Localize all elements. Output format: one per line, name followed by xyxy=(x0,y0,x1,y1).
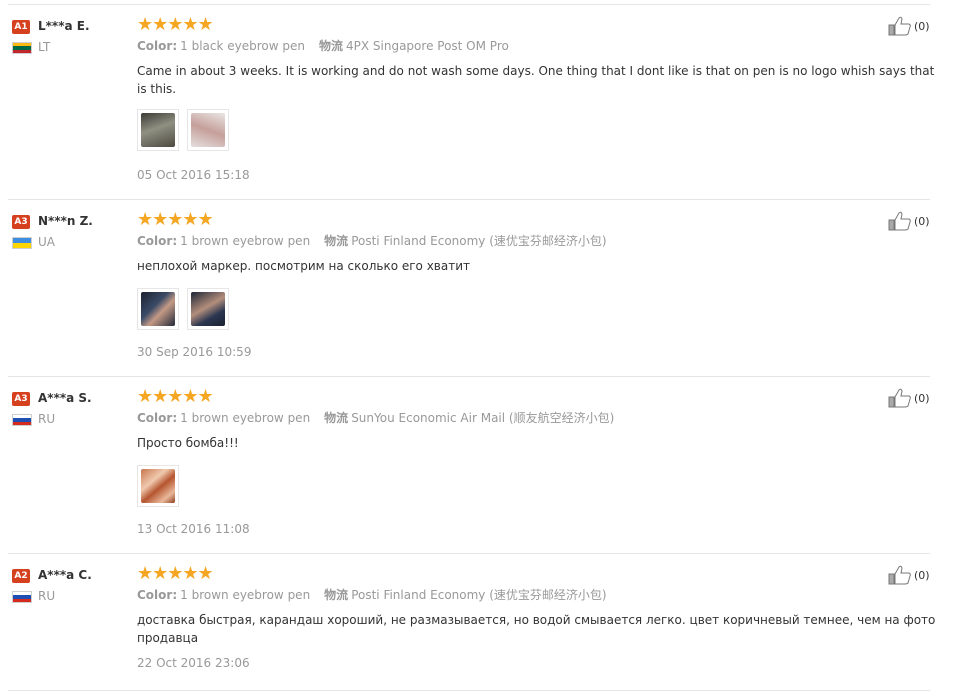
color-label: Color: xyxy=(137,234,178,248)
reviewer-name: A***a S. xyxy=(38,391,92,405)
reviewer-name: A***a C. xyxy=(38,568,92,582)
color-value: 1 black eyebrow pen xyxy=(180,39,305,53)
like-button[interactable]: (0) xyxy=(888,388,930,408)
divider xyxy=(8,199,930,200)
review-photo-thumbnail[interactable] xyxy=(187,109,230,151)
thumbs-up-icon xyxy=(888,211,911,231)
order-info: Color: 1 black eyebrow pen 物流 4PX Singapore… xyxy=(137,37,509,54)
reviewer-name: L***a E. xyxy=(38,19,90,33)
country-flag-icon xyxy=(12,42,32,54)
review-photos xyxy=(137,109,232,151)
review-photos xyxy=(137,465,182,507)
divider xyxy=(8,553,930,554)
reviewer-country: RU xyxy=(38,589,56,603)
country-flag-icon xyxy=(12,414,32,426)
thumbs-up-icon xyxy=(888,388,911,408)
like-button[interactable]: (0) xyxy=(888,565,930,585)
review-list: A1 L***a E. LT ★★★★★ Color: 1 black eyebr… xyxy=(0,0,961,697)
like-count: (0) xyxy=(914,214,930,228)
buyer-level-badge: A3 xyxy=(12,392,30,406)
star-rating: ★★★★★ xyxy=(137,14,214,35)
review-photo-thumbnail[interactable] xyxy=(137,109,179,151)
logistics-label: 物流 xyxy=(324,588,349,602)
review-date: 05 Oct 2016 15:18 xyxy=(137,168,250,182)
buyer-level-badge: A2 xyxy=(12,569,30,583)
star-rating: ★★★★★ xyxy=(137,386,214,407)
order-info: Color: 1 brown eyebrow pen 物流 Posti Finland… xyxy=(137,586,607,603)
logistics-label: 物流 xyxy=(318,39,343,53)
star-rating: ★★★★★ xyxy=(137,209,214,230)
reviewer-country: UA xyxy=(38,235,55,249)
review-date: 22 Oct 2016 23:06 xyxy=(137,656,250,670)
order-info: Color: 1 brown eyebrow pen 物流 Posti Finland… xyxy=(137,232,607,249)
shipping-value: Posti Finland Economy (速优宝芬邮经济小包) xyxy=(351,588,607,602)
review-photo-thumbnail[interactable] xyxy=(187,288,230,330)
like-button[interactable]: (0) xyxy=(888,211,930,231)
country-flag-icon xyxy=(12,591,32,603)
review-photo-thumbnail[interactable] xyxy=(137,465,179,507)
logistics-label: 物流 xyxy=(324,234,349,248)
shipping-value: 4PX Singapore Post OM Pro xyxy=(346,39,509,53)
reviewer-country: RU xyxy=(38,412,56,426)
buyer-level-badge: A1 xyxy=(12,20,30,34)
like-count: (0) xyxy=(914,568,930,582)
shipping-value: SunYou Economic Air Mail (顺友航空经济小包) xyxy=(351,411,615,425)
color-label: Color: xyxy=(137,39,178,53)
country-flag-icon xyxy=(12,237,32,249)
like-count: (0) xyxy=(914,19,930,33)
reviewer-name: N***n Z. xyxy=(38,214,93,228)
divider xyxy=(8,376,930,377)
like-count: (0) xyxy=(914,391,930,405)
color-label: Color: xyxy=(137,411,178,425)
color-value: 1 brown eyebrow pen xyxy=(180,411,311,425)
review-text: доставка быстрая, карандаш хороший, не р… xyxy=(137,613,936,645)
review-text: неплохой маркер. посмотрим на сколько ег… xyxy=(137,259,470,273)
buyer-level-badge: A3 xyxy=(12,215,30,229)
color-label: Color: xyxy=(137,588,178,602)
color-value: 1 brown eyebrow pen xyxy=(180,588,311,602)
thumbs-up-icon xyxy=(888,16,911,36)
review-text: Came in about 3 weeks. It is working and… xyxy=(137,64,935,96)
color-value: 1 brown eyebrow pen xyxy=(180,234,311,248)
reviewer-country: LT xyxy=(38,40,51,54)
review-photo-thumbnail[interactable] xyxy=(137,288,179,330)
review-date: 13 Oct 2016 11:08 xyxy=(137,522,250,536)
thumbs-up-icon xyxy=(888,565,911,585)
review-date: 30 Sep 2016 10:59 xyxy=(137,345,252,359)
review-text: Просто бомба!!! xyxy=(137,436,239,450)
star-rating: ★★★★★ xyxy=(137,563,214,584)
order-info: Color: 1 brown eyebrow pen 物流 SunYou Econom… xyxy=(137,409,614,426)
shipping-value: Posti Finland Economy (速优宝芬邮经济小包) xyxy=(351,234,607,248)
review-photos xyxy=(137,288,232,330)
logistics-label: 物流 xyxy=(324,411,349,425)
divider xyxy=(8,4,930,5)
like-button[interactable]: (0) xyxy=(888,16,930,36)
divider xyxy=(8,690,930,691)
